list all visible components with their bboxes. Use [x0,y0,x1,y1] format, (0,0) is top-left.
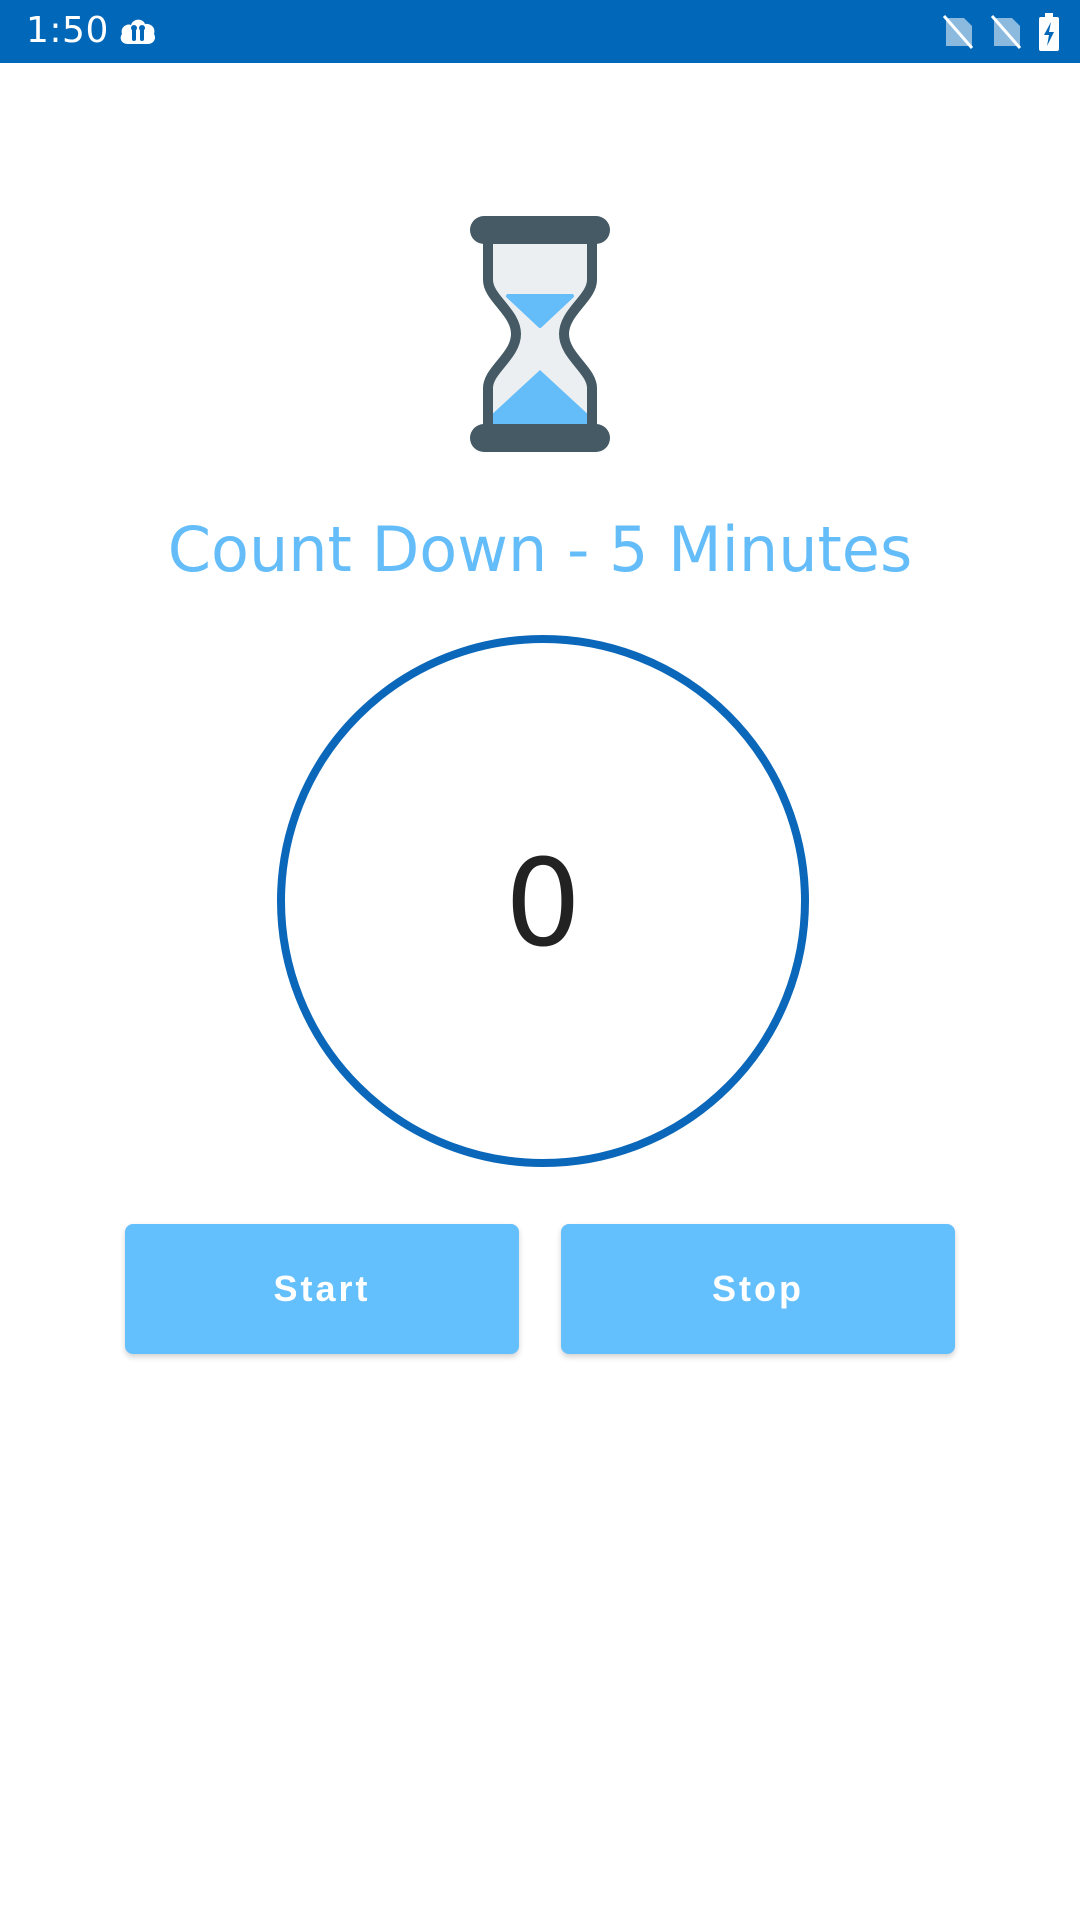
countdown-value: 0 [504,834,582,974]
status-icons [942,12,1060,52]
stop-button[interactable]: Stop [561,1224,955,1354]
battery-charging-icon [1038,13,1060,51]
cloud-chat-icon [118,14,158,50]
start-button[interactable]: Start [125,1224,519,1354]
no-sim-icon [990,14,1022,50]
status-time: 1:50 [26,10,109,51]
no-sim-icon [942,14,974,50]
hourglass-icon [468,212,612,456]
countdown-circle: 0 [277,635,809,1167]
status-bar: 1:50 [0,0,1080,63]
page-title: Count Down - 5 Minutes [167,513,913,586]
